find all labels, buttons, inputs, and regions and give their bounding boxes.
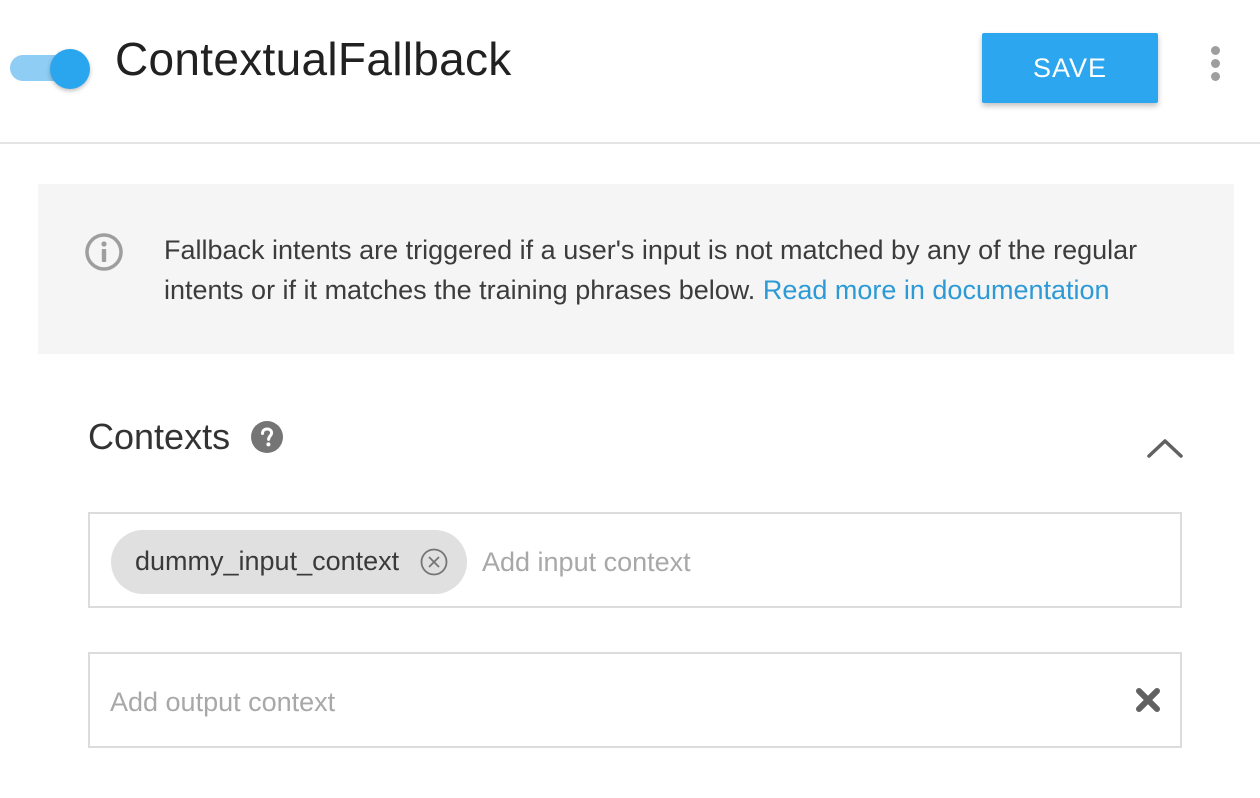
more-dot xyxy=(1211,59,1220,68)
contexts-heading: Contexts xyxy=(88,416,231,457)
chevron-up-icon[interactable] xyxy=(1146,436,1184,460)
info-text: Fallback intents are triggered if a user… xyxy=(164,230,1204,310)
help-icon[interactable] xyxy=(251,421,283,453)
output-context-field xyxy=(88,652,1182,748)
context-chip: dummy_input_context xyxy=(111,530,467,594)
intent-header: ContextualFallback SAVE xyxy=(0,0,1260,144)
add-output-context-input[interactable] xyxy=(110,682,1090,722)
add-input-context-input[interactable] xyxy=(482,542,1162,582)
more-dot xyxy=(1211,46,1220,55)
intent-enabled-toggle[interactable] xyxy=(10,48,90,89)
more-vert-icon[interactable] xyxy=(1200,44,1230,84)
context-chip-label: dummy_input_context xyxy=(135,546,400,576)
remove-chip-icon[interactable] xyxy=(419,547,449,577)
documentation-link[interactable]: Read more in documentation xyxy=(763,275,1110,305)
intent-editor: ContextualFallback SAVE Fallback intents… xyxy=(0,0,1260,798)
save-button[interactable]: SAVE xyxy=(982,33,1158,103)
input-context-field: dummy_input_context xyxy=(88,512,1182,608)
more-dot xyxy=(1211,72,1220,81)
toggle-knob xyxy=(50,49,90,89)
intent-title: ContextualFallback xyxy=(115,33,512,85)
clear-icon[interactable] xyxy=(1134,686,1162,714)
info-icon xyxy=(85,233,123,271)
